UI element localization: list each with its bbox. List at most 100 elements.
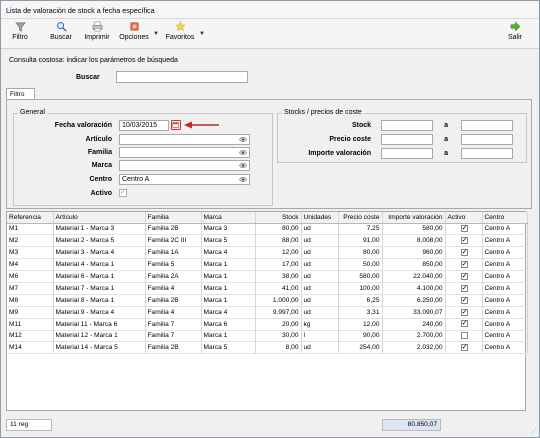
column-header[interactable]: Precio coste (338, 212, 383, 224)
table-row[interactable]: M14 Material 14 - Marca 5 Familia 2B Marca … (7, 341, 528, 355)
general-group-title: General (18, 109, 47, 116)
cell-marca: Marca 3 (201, 223, 256, 236)
cell-stock: 12,00 (255, 246, 302, 260)
activo-checkbox[interactable] (460, 247, 468, 257)
cell-activo (445, 330, 483, 343)
cell-importe: 850,00 (382, 258, 446, 272)
favorites-button[interactable]: Favoritos (165, 21, 195, 47)
cell-stock: 38,00 (255, 270, 302, 283)
activo-checkbox[interactable] (460, 271, 468, 280)
status-bar: 11 reg 80.850,07 ⋰ (1, 417, 539, 437)
column-header[interactable]: Importe valoración (382, 212, 446, 224)
fecha-input[interactable]: 10/03/2015 (119, 120, 169, 131)
table-row[interactable]: M6 Material 6 - Marca 1 Familia 2A Marca 13… (7, 270, 528, 283)
column-header[interactable]: Unidades (301, 212, 339, 224)
options-dropdown-icon[interactable]: ▼ (153, 31, 159, 37)
cell-importe: 2.700,00 (382, 330, 446, 343)
activo-checkbox[interactable] (460, 342, 468, 352)
column-header[interactable]: Familia (145, 212, 202, 224)
eye-icon[interactable] (239, 176, 247, 183)
column-header[interactable]: Stock (255, 212, 302, 224)
importe-label: Importe valoración (308, 150, 371, 157)
filter-button[interactable]: Filtro (9, 21, 31, 47)
calendar-icon[interactable] (171, 120, 181, 130)
column-header[interactable]: Artículo (53, 212, 146, 224)
centro-input[interactable]: Centro A (119, 174, 250, 185)
column-header[interactable]: Marca (201, 212, 256, 224)
table-row[interactable]: M8 Material 8 - Marca 1 Familia 2B Marca 11… (7, 294, 528, 307)
stock-from-input[interactable] (381, 120, 433, 131)
activo-checkbox[interactable] (460, 295, 468, 304)
table-row[interactable]: M9 Material 9 - Marca 4 Familia 4 Marca 4 9.… (7, 306, 528, 319)
activo-checkbox[interactable] (460, 332, 468, 340)
familia-input[interactable] (119, 147, 250, 158)
search-button[interactable]: Buscar (48, 21, 74, 47)
column-header[interactable]: Referencia (7, 212, 54, 224)
importe-total: 80.850,07 (382, 419, 441, 431)
window-title: Lista de valoración de stock a fecha esp… (6, 6, 155, 15)
filter-icon (14, 22, 26, 32)
cell-activo (445, 306, 483, 319)
precio-from-input[interactable] (381, 134, 433, 145)
search-input[interactable] (116, 71, 248, 83)
activo-checkbox[interactable] (460, 235, 468, 245)
importe-to-input[interactable] (461, 148, 513, 159)
activo-checkbox[interactable] (460, 307, 468, 316)
activo-checkbox[interactable] (119, 187, 127, 197)
cell-stock: 17,00 (255, 258, 302, 272)
print-button[interactable]: Imprimir (83, 21, 111, 47)
eye-icon[interactable] (239, 136, 247, 143)
cell-precio: 3,31 (338, 306, 383, 319)
cell-stock: 30,00 (255, 330, 302, 343)
precio-to-input[interactable] (461, 134, 513, 145)
title-bar: Lista de valoración de stock a fecha esp… (1, 1, 539, 19)
options-button[interactable]: Opciones (118, 21, 150, 47)
marca-input[interactable] (119, 160, 250, 171)
activo-checkbox[interactable] (460, 223, 468, 233)
cell-stock: 9.997,00 (255, 306, 302, 319)
favorites-dropdown-icon[interactable]: ▼ (199, 31, 205, 37)
column-header[interactable]: Centro (482, 212, 528, 224)
table-row[interactable]: M12 Material 12 - Marca 1 Familia 7 Marca 1… (7, 330, 528, 343)
cell-ud: ud (301, 234, 339, 248)
cell-marca: Marca 1 (201, 330, 256, 343)
precio-label: Precio coste (329, 136, 371, 143)
cell-art: Material 2 - Marca 5 (53, 234, 146, 248)
cell-precio: 90,00 (338, 330, 383, 343)
table-row[interactable]: M11 Material 11 - Marca 6 Familia 7 Marca 6… (7, 318, 528, 331)
cell-marca: Marca 6 (201, 318, 256, 331)
table-row[interactable]: M7 Material 7 - Marca 1 Familia 4 Marca 1 41… (7, 282, 528, 295)
resize-grip-icon[interactable]: ⋰ (530, 427, 537, 435)
cell-precio: 100,00 (338, 282, 383, 295)
articulo-input[interactable] (119, 134, 250, 145)
cell-ud: l (301, 330, 339, 343)
eye-icon[interactable] (239, 162, 247, 169)
importe-from-input[interactable] (381, 148, 433, 159)
cell-marca: Marca 1 (201, 294, 256, 307)
cell-precio: 7,25 (338, 223, 383, 236)
cell-activo (445, 234, 483, 248)
column-header[interactable]: Activo (445, 212, 483, 224)
activo-checkbox[interactable] (460, 283, 468, 292)
table-row[interactable]: M1 Material 1 - Marca 3 Familia 2B Marca 38… (7, 223, 528, 236)
eye-icon[interactable] (239, 149, 247, 156)
stocks-group: Stocks / precios de coste Stock a Precio… (277, 109, 527, 163)
activo-checkbox[interactable] (460, 318, 468, 328)
table-row[interactable]: M4 Material 4 - Marca 1 Familia 5 Marca 1 17… (7, 258, 528, 272)
stock-to-input[interactable] (461, 120, 513, 131)
cell-art: Material 12 - Marca 1 (53, 330, 146, 343)
table-row[interactable]: M3 Material 3 - Marca 4 Familia 1A Marca 41… (7, 246, 528, 260)
options-label: Opciones (119, 34, 149, 41)
table-row[interactable]: M2 Material 2 - Marca 5 Familia 2C III Marc… (7, 234, 528, 248)
cell-precio: 50,00 (338, 258, 383, 272)
articulo-label: Artículo (85, 136, 112, 143)
search-field-label: Buscar (76, 74, 100, 81)
cell-art: Material 8 - Marca 1 (53, 294, 146, 307)
cell-ref: M14 (7, 341, 54, 355)
cell-fam: Familia 1A (145, 246, 202, 260)
cell-importe: 6.250,00 (382, 294, 446, 307)
activo-checkbox[interactable] (460, 259, 468, 268)
exit-button[interactable]: Salir (506, 21, 524, 47)
cell-activo (445, 341, 483, 355)
cell-ref: M6 (7, 270, 54, 283)
